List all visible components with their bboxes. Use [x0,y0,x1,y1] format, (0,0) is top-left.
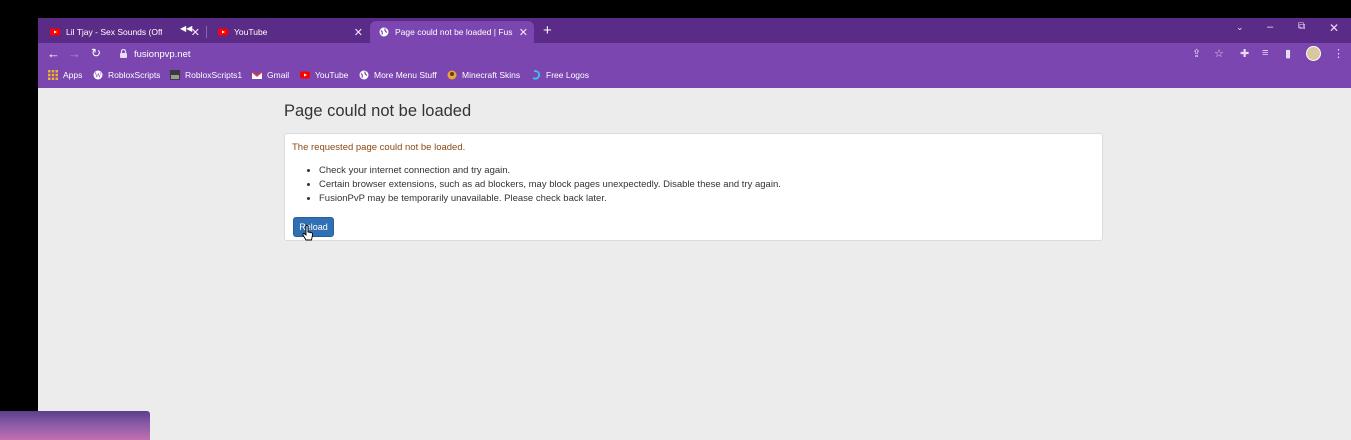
close-tab-icon[interactable]: ✕ [354,26,363,39]
globe-icon [379,27,389,37]
tab-title: YouTube [234,27,268,37]
tab-strip: Lil Tjay - Sex Sounds (Official ◀◀ ✕ You… [38,18,1351,43]
image-icon [170,70,180,80]
window-close-icon[interactable]: ✕ [1329,21,1339,35]
gmail-icon [252,71,262,79]
bookmark-apps[interactable]: Apps [48,70,82,80]
video-thumbnail [0,411,150,440]
youtube-icon [300,71,310,79]
browser-toolbar: ← → ↻ fusionpvp.net ⇪ ☆ ✚ ≡ ▮ ⋮ [38,43,1351,66]
close-tab-icon[interactable]: ✕ [191,26,200,39]
bookmark-label: RobloxScripts1 [185,70,243,80]
extensions-icon[interactable]: ✚ [1240,47,1249,60]
side-panel-icon[interactable]: ▮ [1285,47,1291,60]
bookmark-free-logos[interactable]: Free Logos [531,70,589,80]
bookmark-label: Gmail [267,70,290,80]
address-bar[interactable]: fusionpvp.net [134,49,191,60]
tab-title: Page could not be loaded | FusionPvP [395,27,513,37]
list-item: FusionPvP may be temporarily unavailable… [319,192,781,206]
bookmark-label: YouTube [315,70,349,80]
bookmark-youtube[interactable]: YouTube [300,70,348,80]
bookmark-label: More Menu Stuff [374,70,437,80]
bookmarks-bar: Apps W RobloxScripts RobloxScripts1 Gmai… [38,66,1351,88]
tab-youtube[interactable]: YouTube ✕ [206,21,369,43]
tab-search-chevron-icon[interactable]: ⌄ [1236,22,1244,33]
logo-icon [532,70,541,80]
youtube-icon [50,28,60,36]
browser-window: Lil Tjay - Sex Sounds (Official ◀◀ ✕ You… [38,18,1351,440]
apps-grid-icon [48,70,58,80]
page-title: Page could not be loaded [284,102,472,120]
bookmark-label: Apps [63,70,83,80]
wordpress-icon: W [93,70,103,80]
bookmark-star-icon[interactable]: ☆ [1214,47,1224,60]
bookmark-label: RobloxScripts [108,70,161,80]
error-message: The requested page could not be loaded. [292,142,466,153]
avatar[interactable] [1306,46,1321,61]
list-item: Check your internet connection and try a… [319,164,781,178]
error-panel: The requested page could not be loaded. … [284,133,1103,241]
bookmark-robloxscripts1[interactable]: RobloxScripts1 [170,70,242,80]
menu-icon[interactable]: ⋮ [1333,47,1344,60]
share-icon[interactable]: ⇪ [1192,47,1201,60]
reload-icon[interactable]: ↻ [91,46,101,60]
svg-text:W: W [95,72,102,80]
restore-icon[interactable]: ⧉ [1298,21,1305,32]
close-tab-icon[interactable]: ✕ [519,26,528,39]
youtube-icon [218,28,228,36]
page-content: Page could not be loaded The requested p… [38,88,1351,440]
bookmark-label: Minecraft Skins [462,70,521,80]
lock-icon[interactable] [120,49,127,58]
forward-icon[interactable]: → [68,46,81,61]
hand-cursor-icon [302,225,314,241]
tab-lil-tjay[interactable]: Lil Tjay - Sex Sounds (Official ◀◀ ✕ [38,21,206,43]
minimize-icon[interactable]: – [1267,21,1273,33]
bookmark-gmail[interactable]: Gmail [252,70,289,80]
minecraft-icon [447,70,457,80]
globe-icon [359,70,369,80]
bookmark-label: Free Logos [546,70,589,80]
new-tab-button[interactable]: + [543,22,552,39]
list-item: Certain browser extensions, such as ad b… [319,178,781,192]
suggestion-list: Check your internet connection and try a… [293,164,781,206]
back-icon[interactable]: ← [47,46,60,61]
tab-title: Lil Tjay - Sex Sounds (Official [66,27,162,37]
media-queue-icon[interactable]: ≡ [1262,47,1268,59]
bookmark-robloxscripts[interactable]: W RobloxScripts [93,70,160,80]
bookmark-minecraft-skins[interactable]: Minecraft Skins [447,70,520,80]
tab-fusionpvp-active[interactable]: Page could not be loaded | FusionPvP ✕ [370,21,534,43]
bookmark-more-menu-stuff[interactable]: More Menu Stuff [359,70,437,80]
